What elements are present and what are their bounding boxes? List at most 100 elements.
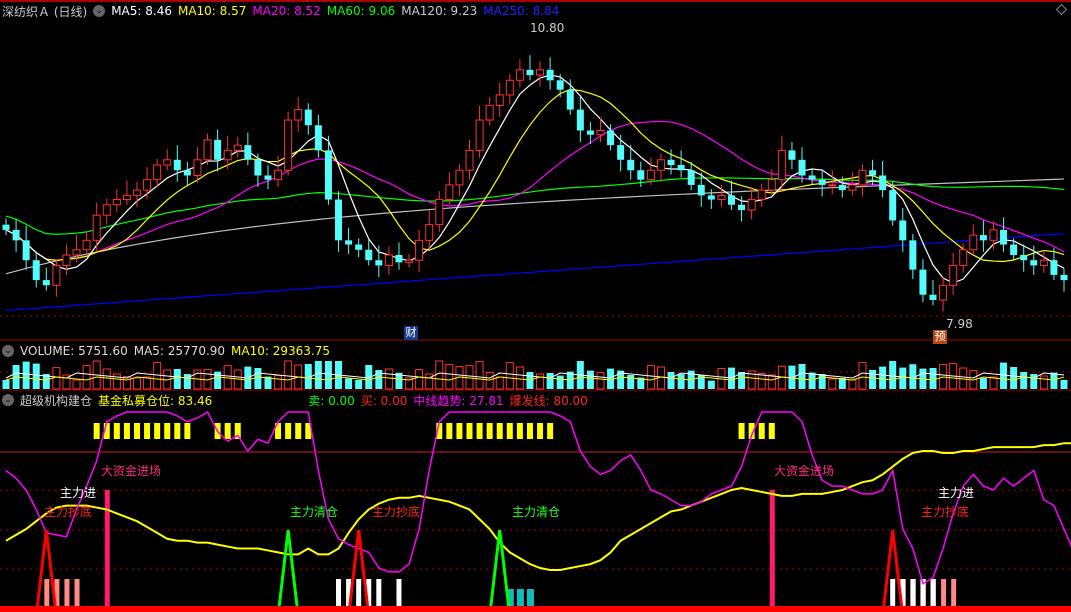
yellow-block [526, 423, 533, 439]
candle-body [858, 169, 867, 186]
volume-bar [314, 361, 322, 389]
candle-body [767, 179, 776, 191]
yellow-block [476, 423, 483, 439]
candle-body [909, 240, 917, 270]
volume-bar [485, 372, 494, 390]
candle-body [173, 159, 181, 171]
candle-body [989, 229, 998, 241]
candle-body [82, 239, 91, 251]
candle-body [646, 169, 655, 181]
white-bar [356, 579, 362, 607]
candle-body [355, 244, 363, 250]
volume-bar [848, 379, 857, 390]
candle-body [2, 224, 10, 230]
candle-body [455, 169, 464, 186]
candle-body [515, 69, 524, 81]
candle-body [697, 184, 705, 196]
yellow-block [466, 423, 473, 439]
volume-bar [798, 364, 806, 389]
candle-body [717, 194, 726, 201]
candle-body [475, 119, 484, 151]
candle-body [32, 260, 40, 281]
high-price-label: 10.80 [530, 21, 565, 35]
yellow-block [758, 423, 765, 439]
stock-chart[interactable] [0, 0, 1071, 612]
candle-body [1030, 260, 1038, 266]
candle-body [52, 264, 61, 286]
yellow-block [295, 423, 302, 439]
candle-body [294, 109, 303, 121]
volume-bar [646, 365, 655, 390]
volume-bar [132, 377, 141, 390]
volume-bar [355, 380, 363, 389]
candle-body [707, 195, 715, 200]
forecast-badge[interactable]: 预 [933, 330, 947, 344]
yellow-block [496, 423, 503, 439]
candle-body [223, 149, 232, 161]
yellow-block [768, 423, 775, 439]
candle-body [1060, 274, 1068, 281]
volume-bar [22, 361, 30, 389]
candle-body [335, 199, 343, 241]
yellow-block [144, 423, 151, 439]
candle-body [425, 224, 434, 241]
candle-body [1050, 260, 1058, 275]
big-money-label: 大资金进场 [101, 464, 162, 478]
ma5-line [5, 74, 1065, 284]
volume-bar [32, 363, 40, 389]
yellow-block [446, 423, 453, 439]
teal-bar [526, 589, 534, 607]
candle-body [22, 240, 30, 261]
candle-body [143, 179, 152, 191]
salmon-bar [74, 579, 80, 607]
candle-body [607, 130, 615, 146]
candle-body [727, 195, 735, 205]
candle-body [62, 254, 71, 266]
volume-bar [1000, 362, 1008, 389]
white-bar [376, 579, 382, 607]
candle-body [395, 254, 403, 263]
volume-bar [52, 367, 61, 390]
candle-body [153, 164, 162, 181]
volume-bar [546, 373, 554, 389]
volume-bar [707, 380, 715, 389]
volume-bar [2, 380, 10, 389]
volume-bar [596, 372, 605, 390]
volume-bar [858, 362, 867, 390]
candle-body [1010, 244, 1018, 255]
finance-badge[interactable]: 财 [404, 326, 418, 340]
white-bar [336, 579, 342, 607]
yellow-block [93, 423, 100, 439]
candle-body [617, 145, 625, 160]
candle-body [345, 240, 353, 245]
volume-bar [767, 374, 776, 390]
candle-body [687, 170, 695, 185]
candle-body [808, 175, 816, 180]
volume-bar [1010, 367, 1018, 389]
yellow-block [537, 423, 544, 439]
main-clear-label: 主力清仓 [512, 505, 561, 519]
expand-icon [1055, 3, 1068, 16]
yellow-block [738, 423, 745, 439]
candle-body [1020, 254, 1028, 261]
yellow-block [456, 423, 463, 439]
volume-bar [586, 370, 594, 389]
candle-body [1039, 259, 1048, 266]
candle-body [566, 89, 574, 110]
candle-body [838, 184, 846, 191]
volume-bar [82, 365, 91, 390]
candle-body [102, 204, 111, 216]
yellow-block [516, 423, 523, 439]
candle-body [264, 175, 272, 180]
volume-bar [1060, 380, 1068, 389]
volume-bar [254, 368, 262, 389]
big-money-label: 大资金进场 [774, 464, 835, 478]
salmon-bar [941, 579, 947, 607]
teal-bar [516, 589, 524, 607]
candle-body [183, 170, 191, 176]
candle-body [465, 149, 474, 171]
candle-body [375, 260, 383, 266]
candle-body [214, 139, 222, 160]
volume-bar [677, 374, 685, 389]
volume-bar [989, 376, 998, 390]
